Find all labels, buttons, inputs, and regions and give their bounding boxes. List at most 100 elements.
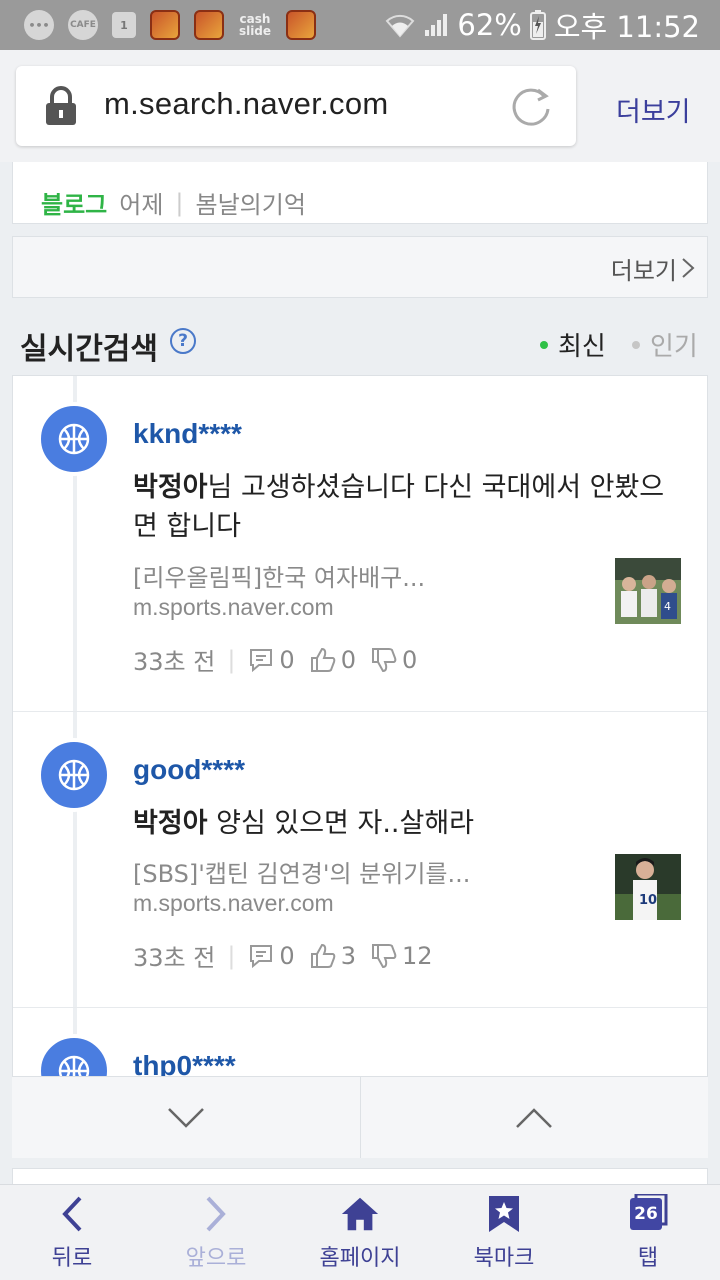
reply-count: 0 (279, 941, 295, 970)
comment-stats: 33초 전 | 0 0 0 (133, 642, 431, 677)
address-bar: m.search.naver.com 더보기 (0, 50, 720, 162)
like-count: 3 (340, 941, 356, 970)
back-button[interactable]: 뒤로 (0, 1185, 144, 1280)
divider: | (227, 941, 236, 970)
chevron-right-icon (682, 258, 695, 278)
back-arrow-icon (52, 1194, 92, 1234)
signal-icon (425, 14, 448, 36)
battery-charging-icon (529, 10, 546, 40)
cafe-notification-icon: CAFE (68, 10, 98, 40)
reply-icon (250, 944, 273, 968)
feed-item: good**** 박정아 양심 있으면 자..살해라 [SBS]'캡틴 김연경'… (13, 712, 707, 1008)
tabs-button[interactable]: 26 탭 (576, 1185, 720, 1280)
clock: 오후 11:52 (553, 10, 700, 44)
dislike-button[interactable]: 0 (370, 646, 417, 674)
tabs-label: 탭 (637, 1245, 659, 1271)
cashslide-notification-icon: cash slide (238, 12, 272, 38)
reload-icon[interactable] (508, 84, 554, 130)
comment-text[interactable]: 박정아님 고생하셨습니다 다신 국대에서 안봤으면 합니다 (133, 468, 681, 546)
next-card (12, 1168, 708, 1184)
thumbs-down-icon (371, 943, 397, 968)
comment-text[interactable]: 박정아 양심 있으면 자..살해라 (133, 804, 681, 843)
realtime-header: 실시간검색 ? 최신 인기 (0, 312, 720, 372)
chat-notification-icon: ••• (24, 10, 54, 40)
like-button[interactable]: 0 (309, 646, 356, 674)
blog-author[interactable]: 봄날의기억 (196, 185, 306, 220)
forward-label: 앞으로 (185, 1245, 247, 1271)
help-icon[interactable]: ? (170, 328, 196, 354)
comment-stats: 33초 전 | 0 3 12 (133, 938, 447, 973)
more-menu-button[interactable]: 더보기 (616, 90, 691, 129)
reply-button[interactable]: 0 (247, 941, 295, 970)
sort-latest-tab[interactable]: 최신 (540, 326, 606, 363)
comment-user[interactable]: kknd**** (133, 418, 242, 450)
home-button[interactable]: 홈페이지 (288, 1185, 432, 1280)
comment-time: 33초 전 (133, 648, 216, 676)
thumbs-up-icon (310, 647, 336, 672)
svg-text:10: 10 (639, 893, 657, 908)
lock-icon (46, 86, 76, 125)
comment-highlight: 박정아 (133, 808, 208, 839)
home-label: 홈페이지 (319, 1245, 401, 1271)
divider: | (227, 645, 236, 674)
news-url[interactable]: m.sports.naver.com (133, 890, 334, 917)
calendar-notification-icon: 1 (112, 12, 136, 38)
active-dot-icon (540, 340, 548, 349)
like-button[interactable]: 3 (309, 942, 356, 970)
like-count: 0 (340, 645, 356, 674)
sort-latest-label: 최신 (558, 332, 606, 362)
tab-count: 26 (630, 1197, 662, 1230)
chevron-up-icon (516, 1107, 553, 1128)
home-icon (340, 1194, 380, 1234)
wifi-icon (385, 14, 415, 38)
forward-button[interactable]: 앞으로 (144, 1185, 288, 1280)
comment-time: 33초 전 (133, 944, 216, 972)
news-title[interactable]: [리우올림픽]한국 여자배구... (133, 558, 425, 593)
url-field[interactable]: m.search.naver.com (16, 66, 576, 146)
comment-user[interactable]: good**** (133, 754, 245, 786)
game-notification-icon (150, 10, 180, 40)
sort-popular-tab[interactable]: 인기 (632, 326, 698, 363)
realtime-title: 실시간검색 (20, 332, 158, 367)
game-notification-icon (286, 10, 316, 40)
reply-button[interactable]: 0 (247, 645, 295, 674)
comment-body: 양심 있으면 자..살해라 (207, 808, 475, 839)
bookmark-button[interactable]: 북마크 (432, 1185, 576, 1280)
scroll-controls (12, 1076, 708, 1158)
reply-count: 0 (279, 645, 295, 674)
battery-percent: 62% (457, 8, 522, 42)
basketball-avatar-icon (37, 738, 111, 812)
more-results-label: 더보기 (610, 257, 677, 285)
dislike-count: 12 (401, 941, 433, 970)
comment-highlight: 박정아 (133, 472, 208, 503)
tabs-icon: 26 (628, 1193, 668, 1234)
forward-arrow-icon (196, 1194, 236, 1234)
bookmark-icon (484, 1194, 524, 1234)
dislike-button[interactable]: 12 (370, 942, 433, 970)
blog-result-card[interactable]: 블로그 어제 | 봄날의기억 (12, 162, 708, 224)
url-text: m.search.naver.com (104, 86, 389, 121)
basketball-avatar-icon (37, 402, 111, 476)
blog-tag: 블로그 (41, 191, 108, 219)
back-label: 뒤로 (51, 1245, 93, 1271)
more-results-button[interactable]: 더보기 (12, 236, 708, 298)
game-notification-icon (194, 10, 224, 40)
inactive-dot-icon (632, 340, 640, 349)
divider: | (175, 188, 184, 217)
svg-text:4: 4 (664, 600, 671, 613)
sort-popular-label: 인기 (650, 332, 698, 362)
comment-body: 님 고생하셨습니다 다신 국대에서 안봤으면 합니다 (133, 472, 665, 542)
bookmark-label: 북마크 (473, 1245, 535, 1271)
chevron-down-icon (167, 1107, 204, 1128)
thumbs-up-icon (310, 943, 336, 968)
news-thumbnail[interactable]: 10 (615, 854, 681, 920)
blog-date: 어제 (119, 191, 164, 219)
news-title[interactable]: [SBS]'캡틴 김연경'의 분위기를... (133, 854, 470, 889)
news-thumbnail[interactable]: 4 (615, 558, 681, 624)
thumbs-down-icon (371, 647, 397, 672)
browser-bottom-nav: 뒤로 앞으로 홈페이지 북마크 26 탭 (0, 1184, 720, 1280)
news-url[interactable]: m.sports.naver.com (133, 594, 334, 621)
reply-icon (250, 648, 273, 672)
scroll-down-button[interactable] (12, 1077, 361, 1158)
scroll-up-button[interactable] (361, 1077, 709, 1158)
